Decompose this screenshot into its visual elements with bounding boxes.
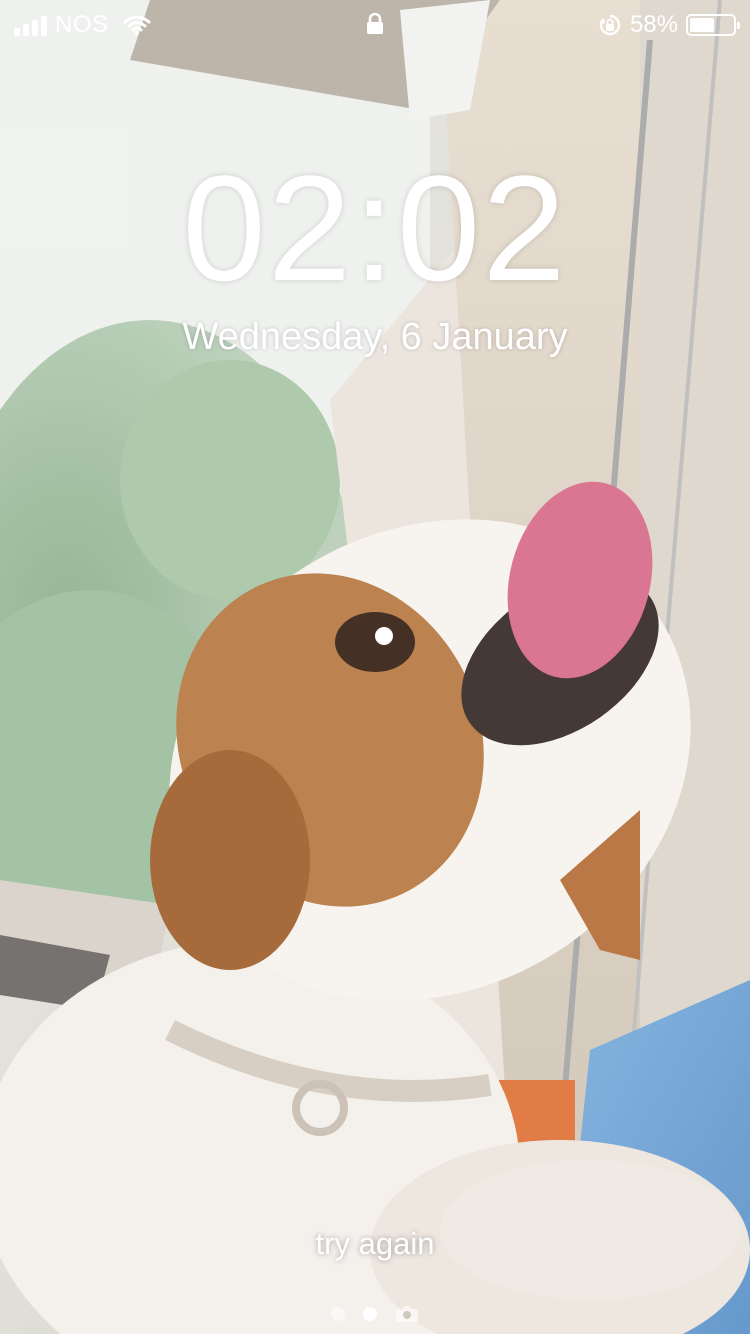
page-indicator[interactable] (0, 1302, 750, 1326)
lock-icon (367, 12, 383, 34)
unlock-message: try again (315, 1226, 435, 1261)
signal-icon (14, 14, 47, 36)
rotation-lock-icon (598, 14, 621, 36)
status-left-group: NOS (14, 10, 151, 40)
status-right-group: 58% (598, 10, 740, 40)
battery-level-fill (690, 18, 715, 32)
status-bar: NOS 58% (0, 0, 750, 50)
camera-icon[interactable] (395, 1305, 419, 1323)
carrier-name: NOS (55, 11, 109, 38)
lock-screen-date: Wednesday, 6 January (182, 316, 568, 358)
lock-screen-time: 02:02 (182, 144, 568, 312)
page-dot[interactable] (331, 1307, 345, 1321)
battery-percentage: 58% (629, 11, 678, 38)
wifi-icon (123, 15, 151, 35)
page-dot-active[interactable] (363, 1307, 377, 1321)
battery-icon (686, 14, 740, 36)
lock-screen: NOS 58% 02:02 Wednesday, 6 January try a… (0, 0, 750, 1334)
